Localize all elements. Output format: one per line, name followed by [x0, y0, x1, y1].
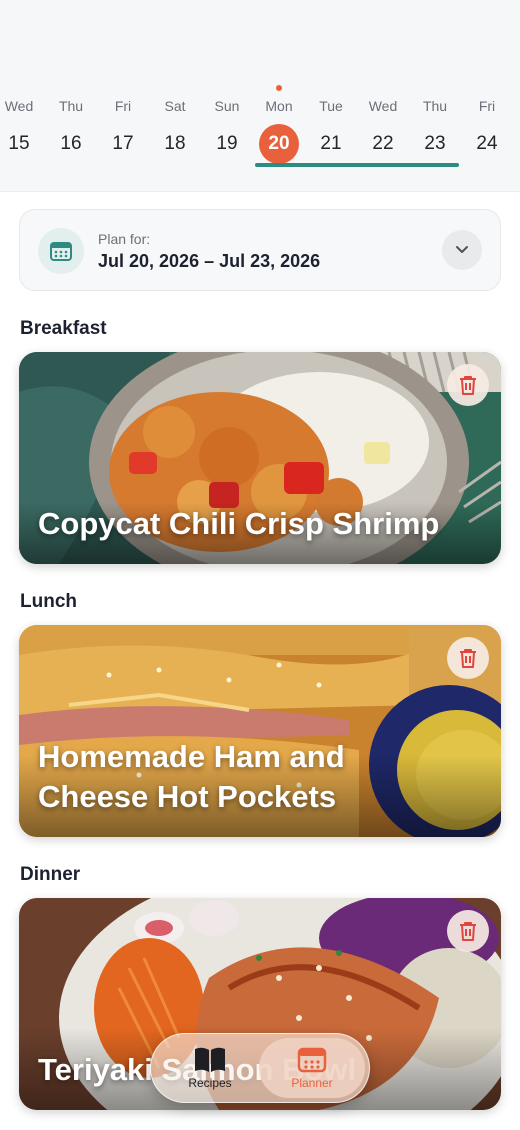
meal-label-dinner: Dinner: [20, 864, 81, 885]
meal-label-breakfast: Breakfast: [20, 318, 107, 339]
date-range-indicator: [255, 163, 459, 167]
book-icon: [195, 1047, 225, 1072]
day-number: 20: [259, 124, 299, 164]
day-cell[interactable]: Wed 15: [0, 84, 45, 174]
day-number: 19: [216, 133, 238, 154]
day-name: Fri: [114, 98, 132, 114]
day-name: Fri: [478, 98, 496, 114]
calendar-icon: [297, 1047, 327, 1073]
day-cell[interactable]: Sun 19: [201, 84, 253, 174]
day-name: Tue: [319, 98, 343, 114]
calendar-icon: [38, 228, 84, 274]
day-name: Sat: [164, 98, 186, 114]
day-cell[interactable]: Thu 23: [409, 84, 461, 174]
tab-label: Planner: [291, 1076, 333, 1090]
day-name: Sun: [214, 98, 240, 114]
plan-label: Plan for:: [98, 231, 151, 247]
day-cell[interactable]: Fri 24: [461, 84, 513, 174]
day-number: 17: [112, 133, 134, 154]
tab-label: Recipes: [188, 1076, 232, 1090]
recipe-title: Homemade Ham and Cheese Hot Pockets: [38, 739, 345, 814]
day-number: 24: [476, 133, 498, 154]
day-cell[interactable]: Fri 17: [97, 84, 149, 174]
bottom-tab-bar: Recipes Planner: [150, 1033, 370, 1103]
day-cell[interactable]: Tue 21: [305, 84, 357, 174]
day-cell-selected[interactable]: Mon 20: [253, 84, 305, 174]
day-cell[interactable]: Thu 16: [45, 84, 97, 174]
day-name: Thu: [58, 98, 84, 114]
plan-date-range: Jul 20, 2026 – Jul 23, 2026: [98, 251, 321, 271]
trash-icon[interactable]: [447, 637, 489, 679]
week-strip: Wed 15 Thu 16 Fri 17 Sat 18 Sun 19 Mon 2…: [0, 84, 520, 174]
day-number: 22: [372, 133, 394, 154]
today-dot: [276, 85, 282, 91]
recipe-title: Copycat Chili Crisp Shrimp: [38, 506, 440, 541]
tab-planner[interactable]: Planner: [259, 1038, 365, 1098]
day-cell[interactable]: Sat 18: [149, 84, 201, 174]
day-name: Mon: [265, 98, 293, 114]
day-name: Wed: [4, 98, 34, 114]
day-number: 15: [8, 133, 30, 154]
tab-recipes[interactable]: Recipes: [157, 1038, 263, 1098]
day-number: 23: [424, 133, 446, 154]
meal-label-lunch: Lunch: [20, 591, 77, 612]
meal-card-breakfast[interactable]: Copycat Chili Crisp Shrimp: [19, 352, 501, 564]
plan-range-card[interactable]: Plan for: Jul 20, 2026 – Jul 23, 2026: [19, 209, 501, 291]
day-number: 21: [320, 133, 342, 154]
day-number: 16: [60, 133, 82, 154]
chevron-down-icon[interactable]: [442, 230, 482, 270]
meal-card-lunch[interactable]: Homemade Ham and Cheese Hot Pockets: [19, 625, 501, 837]
trash-icon[interactable]: [447, 910, 489, 952]
day-name: Thu: [422, 98, 448, 114]
day-name: Wed: [368, 98, 398, 114]
day-cell[interactable]: Wed 22: [357, 84, 409, 174]
trash-icon[interactable]: [447, 364, 489, 406]
day-number: 18: [164, 133, 186, 154]
